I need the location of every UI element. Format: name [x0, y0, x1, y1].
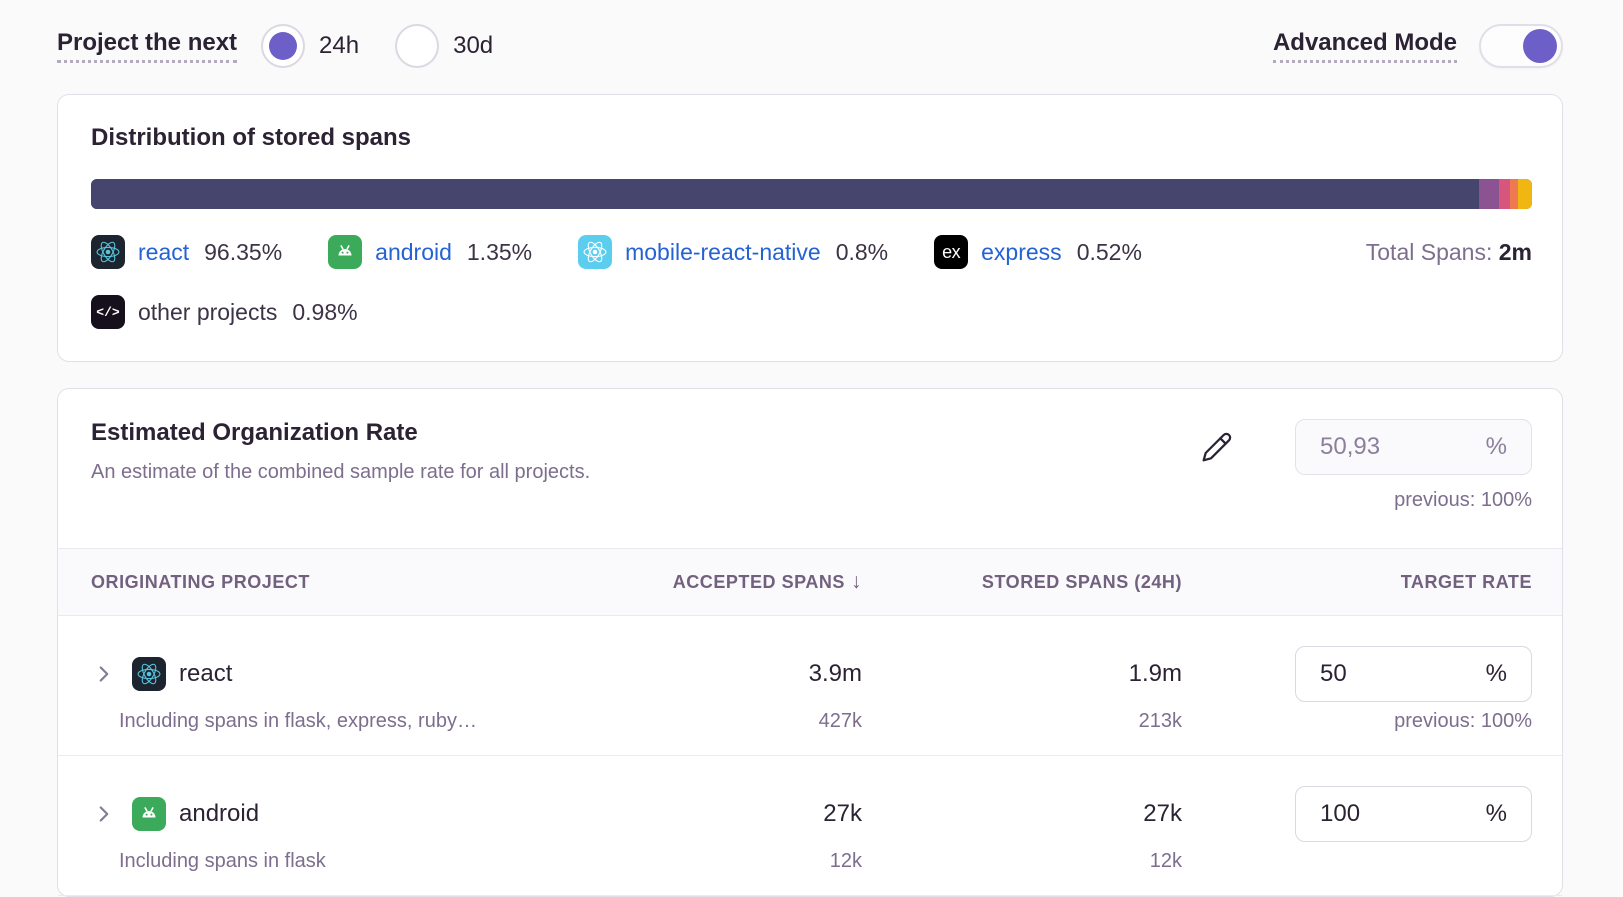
react-native-icon [578, 235, 612, 269]
radio-option-24h[interactable]: 24h [261, 24, 359, 68]
time-range-radio-group: 24h 30d [261, 24, 493, 68]
total-spans-label: Total Spans: [1366, 239, 1493, 265]
android-icon [132, 797, 166, 831]
sub-stored-value: 12k [862, 850, 1182, 873]
legend-item-other-projects: </> other projects 0.98% [91, 295, 358, 329]
legend-row-2: </> other projects 0.98% [91, 295, 1532, 329]
express-icon: ex [934, 235, 968, 269]
target-rate-input[interactable]: 100 % [1295, 786, 1532, 842]
header-target-rate: TARGET RATE [1182, 572, 1532, 593]
bar-segment-react [91, 179, 1479, 209]
row-description: Including spans in flask, express, ruby… [91, 710, 542, 733]
total-spans-value: 2m [1499, 239, 1532, 265]
react-icon [132, 657, 166, 691]
table-header: ORIGINATING PROJECT ACCEPTED SPANS↓ STOR… [58, 548, 1562, 616]
target-rate-value: 50 [1320, 660, 1347, 688]
project-next-label: Project the next [57, 29, 237, 63]
react-icon [91, 235, 125, 269]
target-rate-value: 100 [1320, 800, 1360, 828]
radio-label-30d[interactable]: 30d [453, 32, 493, 60]
android-icon [328, 235, 362, 269]
legend-item-android: android 1.35% [328, 235, 532, 269]
distribution-card: Distribution of stored spans react 96.35… [57, 94, 1563, 362]
legend-value-android: 1.35% [467, 239, 532, 266]
legend-item-mobile-react-native: mobile-react-native 0.8% [578, 235, 888, 269]
org-rate-value: 50,93 [1320, 433, 1380, 461]
expand-row-button[interactable] [91, 801, 117, 827]
sub-accepted-value: 12k [542, 850, 862, 873]
organization-rate-description: An estimate of the combined sample rate … [91, 461, 590, 484]
row-previous-rate: previous: 100% [1182, 710, 1532, 733]
org-rate-input[interactable]: 50,93 % [1295, 419, 1532, 475]
stored-spans-distribution-bar [91, 179, 1532, 209]
chevron-right-icon [91, 801, 117, 827]
sampling-settings-page: Project the next 24h 30d Advanced Mode D… [0, 0, 1623, 897]
edit-rate-button[interactable] [1201, 431, 1233, 466]
stored-spans-value: 27k [862, 800, 1182, 828]
target-rate-unit: % [1486, 800, 1507, 828]
project-name: android [179, 800, 259, 828]
sub-stored-value: 213k [862, 710, 1182, 733]
distribution-title: Distribution of stored spans [91, 124, 1532, 152]
target-rate-unit: % [1486, 660, 1507, 688]
total-spans: Total Spans: 2m [1366, 239, 1532, 266]
legend-link-android[interactable]: android [375, 239, 452, 266]
bar-segment-mobile-react-native [1499, 179, 1511, 209]
chevron-right-icon [91, 661, 117, 687]
bar-segment-express [1510, 179, 1517, 209]
radio-option-30d[interactable]: 30d [395, 24, 493, 68]
pencil-icon [1201, 431, 1233, 463]
row-description: Including spans in flask [91, 850, 542, 873]
organization-rate-title: Estimated Organization Rate [91, 419, 590, 447]
legend-link-express[interactable]: express [981, 239, 1062, 266]
organization-rate-card: Estimated Organization Rate An estimate … [57, 388, 1563, 897]
project-name: react [179, 660, 232, 688]
stored-spans-value: 1.9m [862, 660, 1182, 688]
header-stored-spans: STORED SPANS (24H) [862, 572, 1182, 593]
org-rate-unit: % [1486, 433, 1507, 461]
top-controls-bar: Project the next 24h 30d Advanced Mode [0, 0, 1623, 68]
table-row-react: react 3.9m 1.9m 50 % Including spans in … [58, 616, 1562, 756]
radio-label-24h[interactable]: 24h [319, 32, 359, 60]
header-originating-project: ORIGINATING PROJECT [91, 572, 542, 593]
legend-value-other-projects: 0.98% [292, 299, 357, 326]
radio-circle-24h[interactable] [261, 24, 305, 68]
legend-value-mobile-react-native: 0.8% [836, 239, 888, 266]
bar-segment-other-projects [1518, 179, 1532, 209]
accepted-spans-value: 27k [542, 800, 862, 828]
sort-desc-icon: ↓ [851, 570, 862, 593]
code-icon: </> [91, 295, 125, 329]
legend-value-react: 96.35% [204, 239, 282, 266]
bar-segment-android [1479, 179, 1498, 209]
radio-circle-30d[interactable] [395, 24, 439, 68]
header-accepted-spans[interactable]: ACCEPTED SPANS↓ [542, 570, 862, 594]
sub-accepted-value: 427k [542, 710, 862, 733]
advanced-mode-toggle[interactable] [1479, 24, 1563, 68]
target-rate-input[interactable]: 50 % [1295, 646, 1532, 702]
legend-value-express: 0.52% [1077, 239, 1142, 266]
toggle-knob [1523, 29, 1557, 63]
accepted-spans-value: 3.9m [542, 660, 862, 688]
legend-link-react[interactable]: react [138, 239, 189, 266]
legend-item-express: ex express 0.52% [934, 235, 1142, 269]
table-row-android: android 27k 27k 100 % Including spans in… [58, 756, 1562, 896]
legend-label-other-projects: other projects [138, 299, 277, 326]
legend-link-mobile-react-native[interactable]: mobile-react-native [625, 239, 821, 266]
expand-row-button[interactable] [91, 661, 117, 687]
advanced-mode-label: Advanced Mode [1273, 29, 1457, 63]
org-rate-previous: previous: 100% [1394, 489, 1532, 512]
legend-item-react: react 96.35% [91, 235, 282, 269]
legend-row-1: react 96.35% android 1.35% mobile-react-… [91, 235, 1532, 269]
organization-rate-header: Estimated Organization Rate An estimate … [58, 389, 1562, 512]
